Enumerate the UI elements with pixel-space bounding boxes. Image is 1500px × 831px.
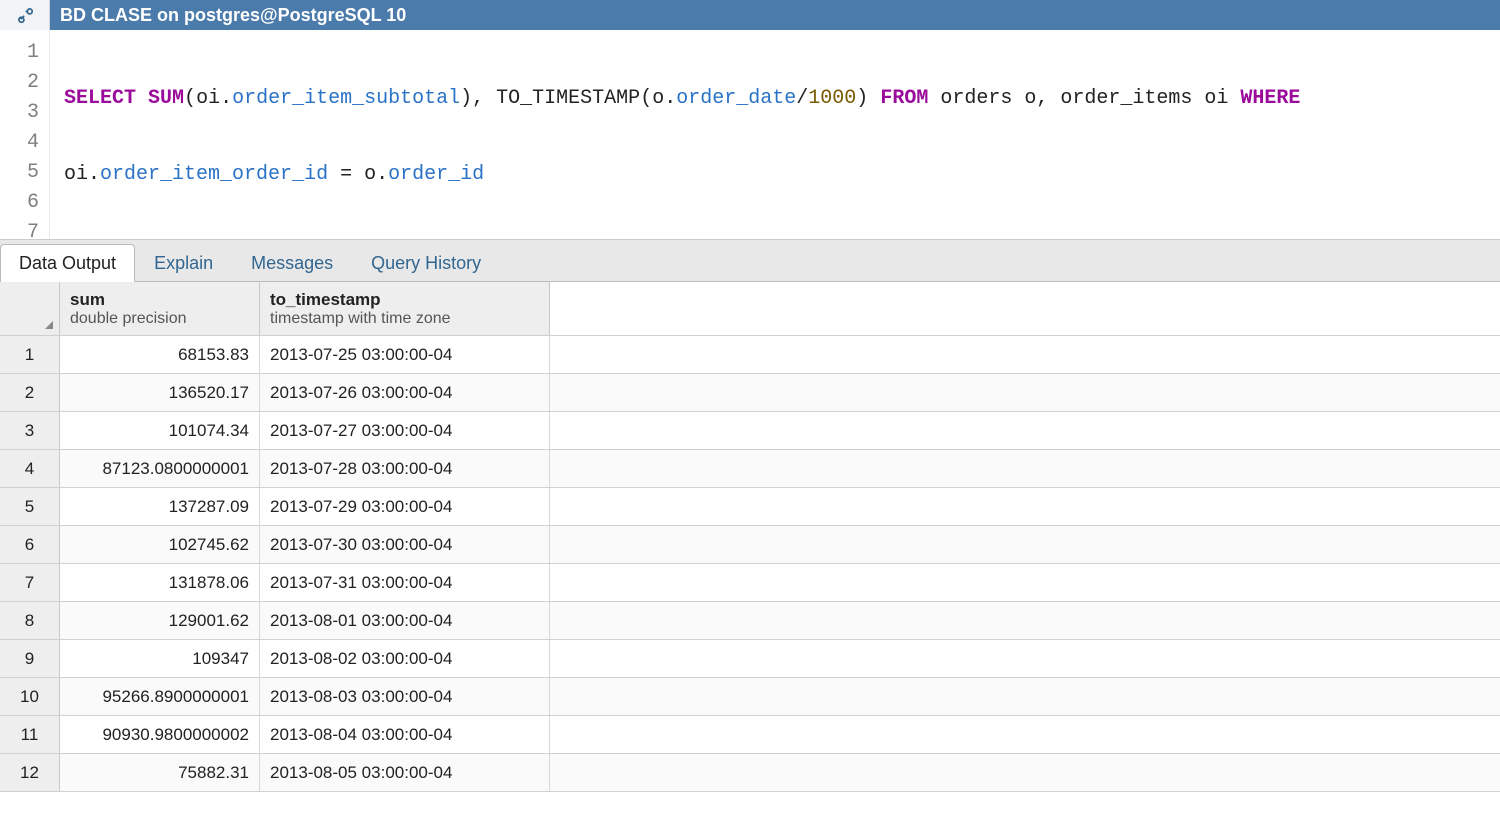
cell-timestamp[interactable]: 2013-07-29 03:00:00-04 [260,488,550,525]
cell-timestamp[interactable]: 2013-08-05 03:00:00-04 [260,754,550,791]
cell-sum[interactable]: 87123.0800000001 [60,450,260,487]
table-row[interactable]: 8129001.622013-08-01 03:00:00-04 [0,602,1500,640]
row-number[interactable]: 9 [0,640,60,677]
result-grid: sum double precision to_timestamp timest… [0,282,1500,792]
line-gutter: 1 2 3 4 5 6 7 [0,30,50,239]
col-type: timestamp with time zone [270,310,539,328]
cell-sum[interactable]: 137287.09 [60,488,260,525]
cell-sum[interactable]: 109347 [60,640,260,677]
cell-timestamp[interactable]: 2013-07-28 03:00:00-04 [260,450,550,487]
table-row[interactable]: 5137287.092013-07-29 03:00:00-04 [0,488,1500,526]
row-number[interactable]: 8 [0,602,60,639]
column-header-sum[interactable]: sum double precision [60,282,260,335]
row-number[interactable]: 11 [0,716,60,753]
table-row[interactable]: 1095266.89000000012013-08-03 03:00:00-04 [0,678,1500,716]
cell-timestamp[interactable]: 2013-07-25 03:00:00-04 [260,336,550,373]
cell-timestamp[interactable]: 2013-07-27 03:00:00-04 [260,412,550,449]
col-type: double precision [70,310,249,328]
cell-sum[interactable]: 136520.17 [60,374,260,411]
cell-timestamp[interactable]: 2013-08-01 03:00:00-04 [260,602,550,639]
row-number[interactable]: 6 [0,526,60,563]
connection-title: BD CLASE on postgres@PostgreSQL 10 [50,0,1500,30]
cell-sum[interactable]: 90930.9800000002 [60,716,260,753]
table-row[interactable]: 7131878.062013-07-31 03:00:00-04 [0,564,1500,602]
table-row[interactable]: 168153.832013-07-25 03:00:00-04 [0,336,1500,374]
cell-timestamp[interactable]: 2013-07-31 03:00:00-04 [260,564,550,601]
table-row[interactable]: 1275882.312013-08-05 03:00:00-04 [0,754,1500,792]
editor-header: BD CLASE on postgres@PostgreSQL 10 [0,0,1500,30]
cell-sum[interactable]: 95266.8900000001 [60,678,260,715]
row-number[interactable]: 7 [0,564,60,601]
tab-explain[interactable]: Explain [135,244,232,282]
row-number[interactable]: 2 [0,374,60,411]
row-number[interactable]: 12 [0,754,60,791]
tab-messages[interactable]: Messages [232,244,352,282]
row-number[interactable]: 3 [0,412,60,449]
col-name: to_timestamp [270,290,539,310]
table-row[interactable]: 487123.08000000012013-07-28 03:00:00-04 [0,450,1500,488]
cell-timestamp[interactable]: 2013-07-30 03:00:00-04 [260,526,550,563]
row-number[interactable]: 1 [0,336,60,373]
sql-editor[interactable]: 1 2 3 4 5 6 7 SELECT SUM(oi.order_item_s… [0,30,1500,240]
column-header-timestamp[interactable]: to_timestamp timestamp with time zone [260,282,550,335]
cell-timestamp[interactable]: 2013-08-02 03:00:00-04 [260,640,550,677]
cell-sum[interactable]: 101074.34 [60,412,260,449]
connection-icon[interactable] [0,0,50,30]
cell-sum[interactable]: 102745.62 [60,526,260,563]
cell-sum[interactable]: 131878.06 [60,564,260,601]
tab-query-history[interactable]: Query History [352,244,500,282]
row-number[interactable]: 5 [0,488,60,525]
col-name: sum [70,290,249,310]
table-row[interactable]: 91093472013-08-02 03:00:00-04 [0,640,1500,678]
table-row[interactable]: 1190930.98000000022013-08-04 03:00:00-04 [0,716,1500,754]
cell-sum[interactable]: 129001.62 [60,602,260,639]
cell-timestamp[interactable]: 2013-08-03 03:00:00-04 [260,678,550,715]
cell-timestamp[interactable]: 2013-07-26 03:00:00-04 [260,374,550,411]
row-number[interactable]: 10 [0,678,60,715]
tab-data-output[interactable]: Data Output [0,244,135,282]
cell-timestamp[interactable]: 2013-08-04 03:00:00-04 [260,716,550,753]
cell-sum[interactable]: 75882.31 [60,754,260,791]
row-number[interactable]: 4 [0,450,60,487]
grid-header-row: sum double precision to_timestamp timest… [0,282,1500,336]
table-row[interactable]: 2136520.172013-07-26 03:00:00-04 [0,374,1500,412]
table-row[interactable]: 6102745.622013-07-30 03:00:00-04 [0,526,1500,564]
table-row[interactable]: 3101074.342013-07-27 03:00:00-04 [0,412,1500,450]
cell-sum[interactable]: 68153.83 [60,336,260,373]
row-number-header[interactable] [0,282,60,335]
code-area[interactable]: SELECT SUM(oi.order_item_subtotal), TO_T… [50,30,1500,239]
